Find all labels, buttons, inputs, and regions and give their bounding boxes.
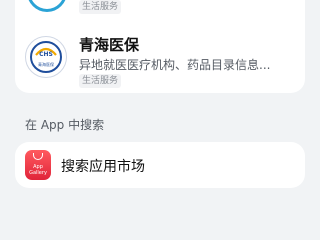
logo-text: CHS xyxy=(39,51,53,58)
result-item-partial[interactable]: 生活服务 xyxy=(15,0,305,14)
logo-caption: 青海医保 xyxy=(38,61,54,67)
search-app-gallery-item[interactable]: App Gallery 搜索应用市场 xyxy=(15,142,305,188)
app-icon xyxy=(27,0,67,12)
category-tag: 生活服务 xyxy=(79,0,122,14)
result-item-qinghai-yibao[interactable]: CHS 青海医保 青海医保 异地就医医疗机构、药品目录信息... 生活服务 xyxy=(15,26,305,88)
gallery-icon-text-2: Gallery xyxy=(29,170,47,176)
qinghai-medical-insurance-logo-icon: CHS 青海医保 xyxy=(25,36,67,78)
category-tag: 生活服务 xyxy=(79,74,122,88)
app-gallery-icon: App Gallery xyxy=(25,150,51,180)
search-app-gallery-label: 搜索应用市场 xyxy=(61,159,145,175)
shopping-bag-icon xyxy=(33,153,43,160)
section-title: 在 App 中搜索 xyxy=(25,118,105,132)
search-results-card: 生活服务 CHS 青海医保 青海医保 异地就医医疗机构、药品目录信息... 生活… xyxy=(15,0,305,93)
app-name: 青海医保 xyxy=(79,36,140,54)
app-description: 异地就医医疗机构、药品目录信息... xyxy=(79,58,271,72)
